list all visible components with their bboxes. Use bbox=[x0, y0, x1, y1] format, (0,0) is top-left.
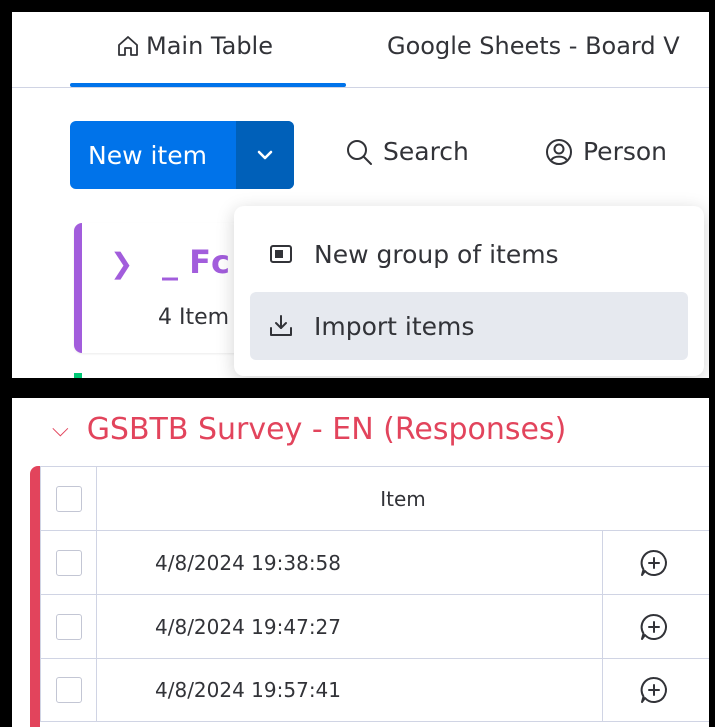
menu-item-new-group-label: New group of items bbox=[314, 239, 559, 269]
menu-item-import-items[interactable]: Import items bbox=[250, 292, 688, 360]
person-label: Person bbox=[583, 137, 668, 166]
item-name-cell[interactable]: 4/8/2024 19:47:27 bbox=[97, 595, 603, 658]
menu-item-new-group[interactable]: New group of items bbox=[250, 220, 688, 288]
person-filter-button[interactable]: Person bbox=[545, 137, 667, 166]
chevron-down-icon[interactable]: ⌵ bbox=[52, 417, 69, 442]
table-row: 4/8/2024 19:47:27 bbox=[40, 594, 709, 658]
home-icon bbox=[118, 36, 138, 56]
update-cell[interactable] bbox=[603, 595, 709, 658]
group-color-bar bbox=[30, 466, 40, 727]
tab-main-table[interactable]: Main Table bbox=[116, 32, 273, 60]
checkbox-cell bbox=[41, 659, 97, 721]
search-label: Search bbox=[383, 137, 469, 166]
add-update-icon bbox=[640, 549, 667, 576]
active-tab-indicator bbox=[70, 83, 346, 87]
group-item-count: 4 Item bbox=[158, 305, 230, 330]
row-checkbox[interactable] bbox=[55, 677, 82, 703]
item-name-cell[interactable]: 4/8/2024 19:38:58 bbox=[97, 531, 603, 594]
next-group-edge bbox=[74, 373, 82, 378]
table-row: 4/8/2024 19:57:41 bbox=[40, 658, 709, 722]
tab-google-sheets-label: Google Sheets - Board V bbox=[387, 32, 680, 60]
search-button[interactable]: Search bbox=[345, 137, 469, 166]
survey-group-panel: ⌵ GSBTB Survey - EN (Responses) Item 4/8… bbox=[12, 398, 709, 727]
board-toolbar: New item Search Person bbox=[12, 121, 709, 189]
items-table: Item 4/8/2024 19:38:58 4/8/2024 19:47:27 bbox=[40, 466, 709, 722]
checkbox-cell bbox=[41, 467, 97, 530]
chevron-down-icon bbox=[257, 150, 273, 160]
new-item-dropdown-toggle[interactable] bbox=[236, 121, 294, 189]
tab-main-table-label: Main Table bbox=[146, 32, 273, 60]
column-header-item[interactable]: Item bbox=[97, 467, 709, 530]
new-item-split-button: New item bbox=[70, 121, 294, 189]
chevron-right-icon[interactable]: ❯ bbox=[110, 247, 133, 280]
menu-item-import-items-label: Import items bbox=[314, 311, 475, 341]
item-name-cell[interactable]: 4/8/2024 19:57:41 bbox=[97, 659, 603, 721]
checkbox-cell bbox=[41, 595, 97, 658]
update-cell[interactable] bbox=[603, 531, 709, 594]
add-update-icon bbox=[640, 613, 667, 640]
checkbox-cell bbox=[41, 531, 97, 594]
table-header-row: Item bbox=[40, 466, 709, 530]
import-icon bbox=[270, 315, 292, 336]
tab-google-sheets[interactable]: Google Sheets - Board V bbox=[387, 32, 680, 60]
group-title[interactable]: _ Fc bbox=[162, 243, 230, 281]
new-item-button[interactable]: New item bbox=[70, 121, 236, 189]
new-item-label: New item bbox=[88, 140, 207, 170]
person-icon bbox=[546, 138, 572, 165]
board-tabs: Main Table Google Sheets - Board V bbox=[12, 12, 709, 88]
survey-group-header: ⌵ GSBTB Survey - EN (Responses) bbox=[52, 412, 566, 447]
add-update-icon bbox=[640, 676, 667, 703]
group-icon bbox=[270, 245, 292, 263]
table-row: 4/8/2024 19:38:58 bbox=[40, 530, 709, 594]
update-cell[interactable] bbox=[603, 659, 709, 721]
new-item-dropdown-menu: New group of items Import items bbox=[234, 206, 704, 376]
row-checkbox[interactable] bbox=[55, 549, 82, 576]
row-checkbox[interactable] bbox=[55, 613, 82, 640]
search-icon bbox=[347, 139, 372, 165]
select-all-checkbox[interactable] bbox=[55, 485, 82, 512]
survey-group-title[interactable]: GSBTB Survey - EN (Responses) bbox=[87, 412, 567, 447]
board-top-panel: Main Table Google Sheets - Board V New i… bbox=[12, 12, 709, 378]
